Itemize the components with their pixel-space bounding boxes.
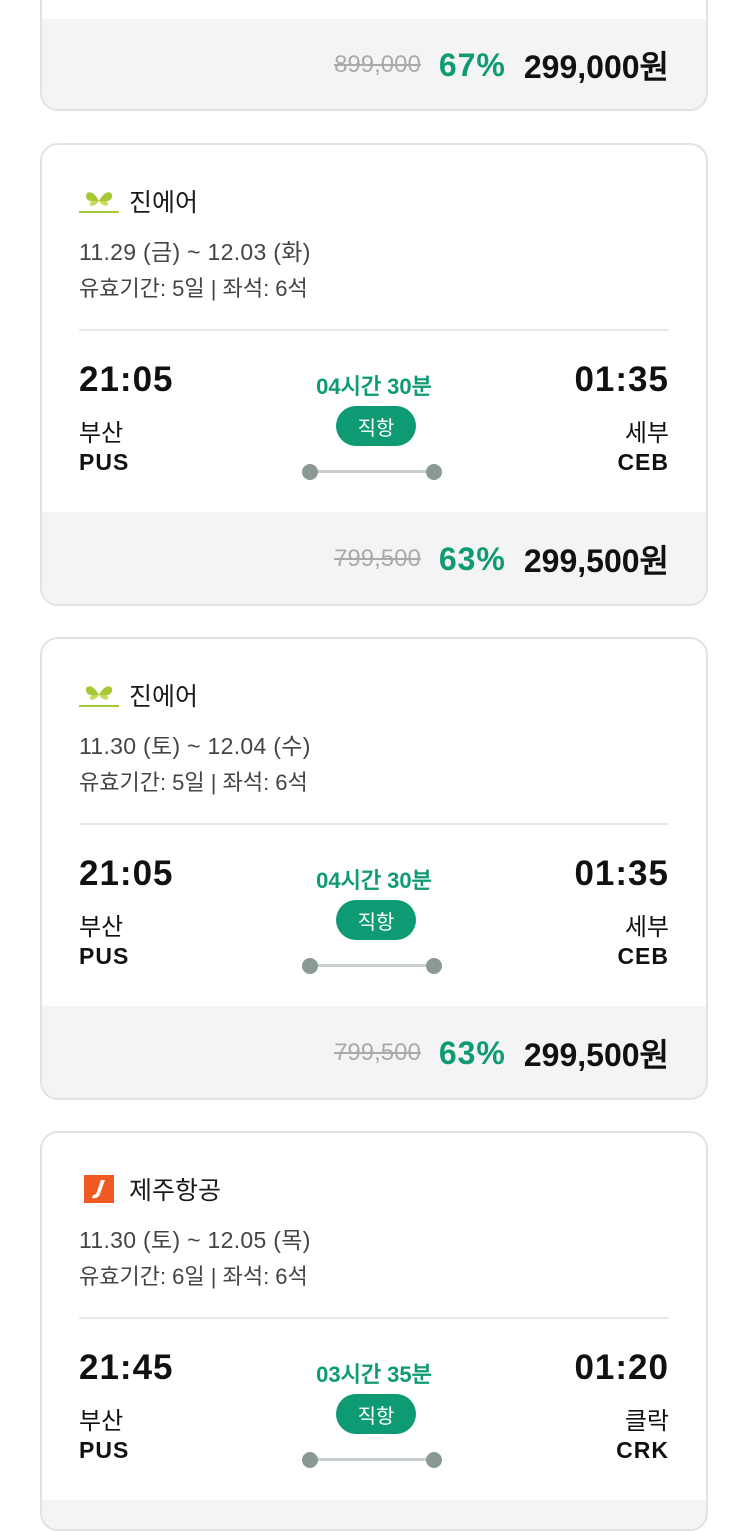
arrival-code: CEB: [617, 449, 669, 475]
arrival-city: 세부: [624, 420, 669, 447]
direct-badge: 직항: [336, 406, 416, 446]
route-end-dot: [426, 958, 442, 974]
travel-dates: 11.30 (토) ~ 12.04 (수): [79, 733, 311, 759]
price-bar: 799,500 63% 299,500원: [42, 512, 706, 604]
route-start-dot: [302, 464, 318, 480]
airline-row: 제주항공: [79, 1171, 221, 1207]
divider: [79, 329, 669, 331]
departure-code: PUS: [79, 943, 130, 969]
route-end-dot: [426, 464, 442, 480]
final-price: 299,500원: [523, 1037, 669, 1073]
jinair-logo-icon: [79, 679, 119, 711]
divider: [79, 823, 669, 825]
flight-card[interactable]: 진에어 11.30 (토) ~ 12.04 (수) 유효기간: 5일 | 좌석:…: [40, 637, 708, 1100]
route-line: [302, 957, 442, 975]
price-bar: [42, 1500, 706, 1529]
final-price: 299,000원: [523, 49, 669, 85]
divider: [79, 1317, 669, 1319]
jejuair-logo-icon: [79, 1173, 119, 1205]
route-end-dot: [426, 1452, 442, 1468]
discount-rate: 63%: [438, 1034, 506, 1071]
departure-city: 부산: [79, 420, 124, 447]
flight-card[interactable]: 899,000 67% 299,000원: [40, 0, 708, 111]
arrival-code: CRK: [616, 1437, 669, 1463]
airline-name: 진에어: [129, 683, 199, 711]
airline-row: 진에어: [79, 183, 198, 219]
airline-name: 진에어: [129, 189, 199, 217]
final-price: 299,500원: [523, 543, 669, 579]
travel-dates: 11.29 (금) ~ 12.03 (화): [79, 239, 311, 265]
airline-name: 제주항공: [129, 1177, 222, 1205]
direct-badge: 직항: [336, 900, 416, 940]
discount-rate: 63%: [438, 540, 506, 577]
airline-row: 진에어: [79, 677, 198, 713]
arrival-code: CEB: [617, 943, 669, 969]
arrival-time: 01:35: [574, 854, 669, 893]
flight-card[interactable]: 제주항공 11.30 (토) ~ 12.05 (목) 유효기간: 6일 | 좌석…: [40, 1131, 708, 1531]
arrival-time: 01:20: [574, 1348, 669, 1387]
validity-info: 유효기간: 5일 | 좌석: 6석: [79, 276, 308, 301]
departure-code: PUS: [79, 449, 130, 475]
original-price: 799,500: [334, 1039, 421, 1066]
arrival-time: 01:35: [574, 360, 669, 399]
arrival-city: 세부: [624, 914, 669, 941]
price-bar: 799,500 63% 299,500원: [42, 1006, 706, 1098]
arrival-city: 클락: [624, 1408, 669, 1435]
price-bar: 899,000 67% 299,000원: [42, 19, 706, 109]
discount-rate: 67%: [438, 46, 506, 83]
original-price: 899,000: [334, 51, 421, 78]
route-line: [302, 1451, 442, 1469]
route-line: [302, 463, 442, 481]
departure-code: PUS: [79, 1437, 130, 1463]
original-price: 799,500: [334, 545, 421, 572]
travel-dates: 11.30 (토) ~ 12.05 (목): [79, 1227, 311, 1253]
validity-info: 유효기간: 5일 | 좌석: 6석: [79, 770, 308, 795]
route-start-dot: [302, 1452, 318, 1468]
validity-info: 유효기간: 6일 | 좌석: 6석: [79, 1264, 308, 1289]
direct-badge: 직항: [336, 1394, 416, 1434]
flight-card[interactable]: 진에어 11.29 (금) ~ 12.03 (화) 유효기간: 5일 | 좌석:…: [40, 143, 708, 606]
route-start-dot: [302, 958, 318, 974]
jinair-logo-icon: [79, 185, 119, 217]
departure-city: 부산: [79, 914, 124, 941]
departure-city: 부산: [79, 1408, 124, 1435]
